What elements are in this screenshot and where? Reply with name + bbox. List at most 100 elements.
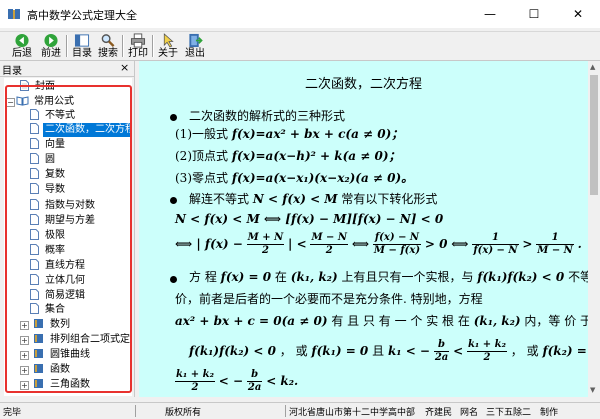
search-button[interactable]: 搜索 [96, 32, 120, 60]
app-book-icon [8, 9, 20, 19]
tree-item-complex[interactable]: 复数 [30, 168, 67, 182]
page-icon [30, 153, 39, 164]
content-pane: 二次函数，二次方程 二次函数的解析式的三种形式 (1)一般式 f(x)=ax² … [139, 61, 588, 397]
tree-item-quadratic[interactable]: 二次函数，二次方程 [30, 123, 132, 137]
collapse-icon[interactable]: − [6, 98, 15, 107]
formula-label: (2)顶点式 [175, 149, 228, 163]
minimize-button[interactable]: — [468, 0, 512, 28]
page-icon [30, 244, 39, 255]
fraction: b 2a [433, 339, 450, 363]
tree-item-set[interactable]: 集合 [30, 303, 67, 317]
tree-item-logic[interactable]: 简易逻辑 [30, 289, 87, 303]
section-text: 方 程 f(x) = 0 在 (k₁, k₂) 上有且只有一个实根，与 f(k₁… [189, 270, 588, 284]
formula-line: ⟺ | f(x) − M + N2 | < M − N2 ⟺ f(x) − NM… [175, 232, 582, 256]
tree-item-probability[interactable]: 概率 [30, 244, 67, 258]
fraction: 1M − N [536, 232, 574, 256]
content-title: 二次函数，二次方程 [304, 77, 422, 92]
tree-folder-function[interactable]: 函数 [32, 363, 72, 377]
formula-expr: f(x)=ax² + bx + c(a ≠ 0)； [231, 127, 404, 141]
fraction: k₁ + k₂ 2 [175, 369, 215, 393]
status-divider [285, 405, 286, 417]
tree-item-expectation[interactable]: 期望与方差 [30, 214, 97, 228]
toolbar-separator [122, 35, 124, 57]
formula-line: (3)零点式 f(x)=a(x−x₁)(x−x₂)(a ≠ 0)。 [175, 169, 413, 186]
content-scrollbar[interactable]: ▲ ▼ [588, 61, 600, 397]
expand-icon[interactable]: + [20, 381, 29, 390]
window-title: 高中数学公式定理大全 [27, 9, 137, 22]
page-icon [30, 229, 39, 240]
tree-item-exp-log[interactable]: 指数与对数 [30, 199, 97, 213]
fraction: k₁ + k₂ 2 [466, 339, 507, 363]
tree-item-derivative[interactable]: 导数 [30, 183, 67, 197]
section-text: 解连不等式 N < f(x) < M 常有以下转化形式 [189, 192, 438, 206]
page-icon [30, 183, 39, 194]
tree-folder-combinatorics[interactable]: 排列组合二项式定理 [32, 333, 132, 347]
page-icon [20, 80, 29, 91]
close-button[interactable]: ✕ [556, 0, 600, 28]
fraction: f(x) − NM − f(x) [372, 232, 422, 256]
back-button[interactable]: 后退 [8, 32, 36, 60]
status-bar: 完毕 版权所有 河北省唐山市第十二中学高中部 齐建民 网名 三下五除二 制作 [0, 402, 600, 419]
toolbar: 后退 前进 目录 搜索 打印 关于 退出 [0, 32, 600, 61]
search-label: 搜索 [98, 48, 118, 59]
print-button[interactable]: 打印 [126, 32, 150, 60]
contents-label: 目录 [72, 48, 92, 59]
closed-book-icon [34, 379, 43, 388]
formula-line: (2)顶点式 f(x)=a(x−h)² + k(a ≠ 0)； [175, 147, 401, 164]
about-button[interactable]: 关于 [156, 32, 180, 60]
tree-item-cover[interactable]: 封面 [20, 80, 57, 94]
title-bar: 高中数学公式定理大全 — ☐ ✕ [0, 0, 600, 28]
expand-icon[interactable]: + [20, 366, 29, 375]
formula-label: (3)零点式 [175, 171, 228, 185]
bullet-icon [170, 114, 177, 121]
exit-button[interactable]: 退出 [183, 32, 207, 60]
back-arrow-icon [15, 33, 29, 48]
bullet-icon [170, 197, 177, 204]
sidebar-close-icon[interactable]: × [120, 61, 129, 74]
tree-item-inequality[interactable]: 不等式 [30, 109, 77, 123]
back-label: 后退 [12, 48, 32, 59]
status-nick-label: 网名 [460, 408, 479, 418]
page-icon [30, 259, 39, 270]
exit-door-icon [189, 33, 203, 48]
sidebar-title: 目录 [2, 66, 22, 77]
fraction: b 2a [246, 369, 263, 393]
toolbar-separator [152, 35, 154, 57]
page-icon [30, 199, 39, 210]
scroll-down-icon[interactable]: ▼ [590, 386, 595, 394]
tree-item-line-equation[interactable]: 直线方程 [30, 259, 87, 273]
expand-icon[interactable]: + [20, 351, 29, 360]
tree-item-limit[interactable]: 极限 [30, 229, 67, 243]
section-text: 价，前者是后者的一个必要而不是充分条件. 特别地，方程 [175, 292, 483, 306]
closed-book-icon [34, 364, 43, 373]
status-author: 齐建民 [425, 408, 453, 418]
tree-item-vector[interactable]: 向量 [30, 138, 67, 152]
pointer-icon [163, 33, 174, 48]
forward-arrow-icon [44, 33, 58, 48]
tree-folder-common-formulas[interactable]: 常用公式 [16, 95, 76, 109]
formula-line: N < f(x) < M ⟺ [f(x) − M][f(x) − N] < 0 [175, 212, 444, 226]
print-label: 打印 [128, 48, 148, 59]
section-text: ax² + bx + c = 0(a ≠ 0) 有 且 只 有 一 个 实 根 … [175, 314, 588, 328]
contents-button[interactable]: 目录 [70, 32, 94, 60]
scroll-thumb[interactable] [590, 75, 598, 195]
expand-icon[interactable]: + [20, 321, 29, 330]
fraction: M + N2 [246, 232, 285, 256]
bullet-icon [170, 276, 177, 283]
status-nick: 三下五除二 [486, 408, 532, 418]
formula-line: k₁ + k₂ 2 < − b 2a < k₂. [175, 369, 299, 393]
tree-item-circle[interactable]: 圆 [30, 153, 57, 167]
contents-icon [74, 34, 90, 47]
tree-folder-sequence[interactable]: 数列 [32, 318, 72, 332]
expand-icon[interactable]: + [20, 336, 29, 345]
about-label: 关于 [158, 48, 178, 59]
scroll-up-icon[interactable]: ▲ [590, 63, 595, 71]
tree-folder-trig[interactable]: 三角函数 [32, 378, 92, 392]
maximize-button[interactable]: ☐ [512, 0, 556, 28]
tree-folder-conic[interactable]: 圆锥曲线 [32, 348, 92, 362]
page-icon [30, 214, 39, 225]
closed-book-icon [34, 349, 43, 358]
tree-item-solid-geometry[interactable]: 立体几何 [30, 274, 87, 288]
page-icon [30, 274, 39, 285]
forward-button[interactable]: 前进 [37, 32, 65, 60]
